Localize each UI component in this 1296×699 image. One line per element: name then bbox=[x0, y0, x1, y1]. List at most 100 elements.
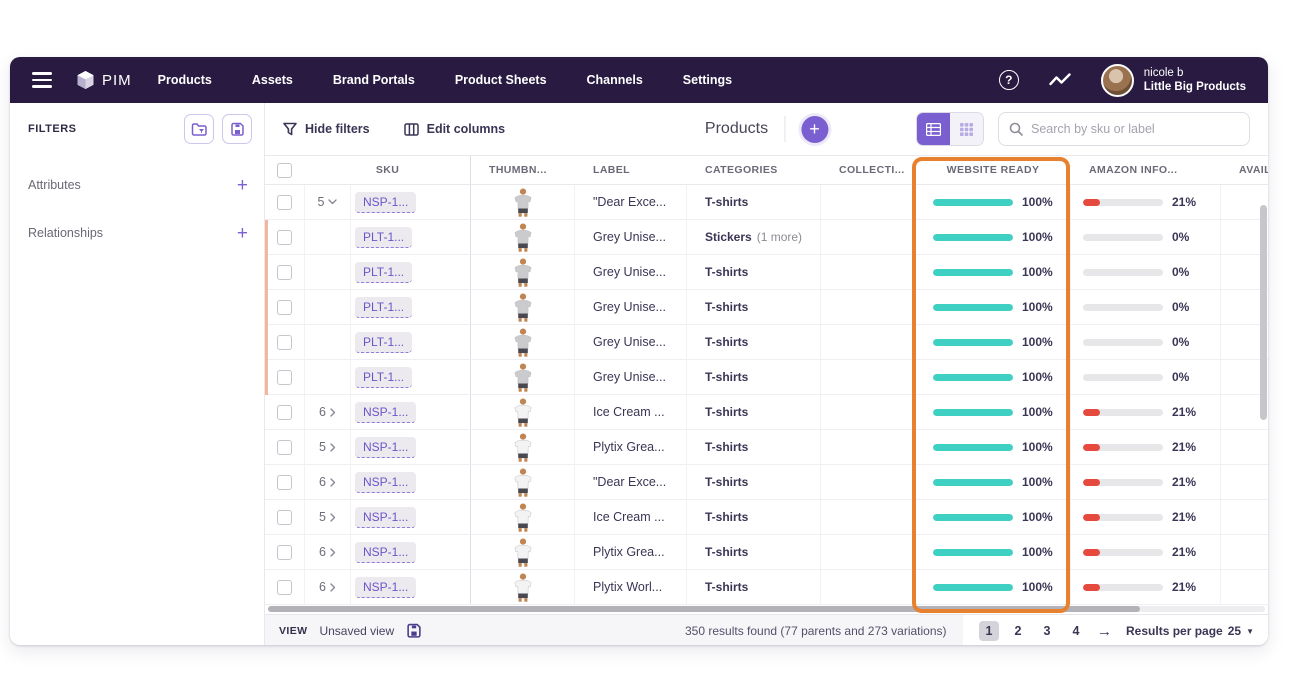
col-header-thumbnail[interactable]: THUMBN... bbox=[471, 164, 575, 176]
product-thumbnail[interactable] bbox=[513, 538, 533, 567]
list-view-button[interactable] bbox=[917, 113, 950, 145]
table-row[interactable]: 6 NSP-1... Ice Cream ... T-shirts bbox=[265, 395, 1268, 430]
row-checkbox[interactable] bbox=[277, 440, 292, 455]
saved-filters-button[interactable] bbox=[184, 114, 214, 144]
row-checkbox[interactable] bbox=[277, 265, 292, 280]
save-filter-button[interactable] bbox=[222, 114, 252, 144]
expand-toggle[interactable]: 5 bbox=[305, 500, 351, 534]
user-block[interactable]: nicole b Little Big Products bbox=[1144, 66, 1246, 95]
grid-view-button[interactable] bbox=[950, 113, 983, 145]
expand-toggle[interactable]: 5 bbox=[305, 185, 351, 219]
product-thumbnail[interactable] bbox=[513, 468, 533, 497]
page-button-1[interactable]: 1 bbox=[979, 621, 999, 641]
results-per-page-dropdown[interactable]: Results per page 25 ▼ bbox=[1126, 624, 1254, 638]
table-row[interactable]: 6 NSP-1... Plytix Worl... T-shirts bbox=[265, 570, 1268, 605]
sku-badge[interactable]: PLT-1... bbox=[355, 332, 412, 353]
row-checkbox[interactable] bbox=[277, 405, 292, 420]
row-checkbox[interactable] bbox=[277, 475, 292, 490]
col-header-website-ready[interactable]: WEBSITE READY bbox=[915, 164, 1071, 176]
product-thumbnail[interactable] bbox=[513, 328, 533, 357]
add-relationship-filter-button[interactable]: + bbox=[237, 224, 248, 243]
product-thumbnail[interactable] bbox=[513, 363, 533, 392]
sku-badge[interactable]: NSP-1... bbox=[355, 577, 416, 598]
nav-item-brand-portals[interactable]: Brand Portals bbox=[333, 73, 415, 87]
row-checkbox[interactable] bbox=[277, 545, 292, 560]
nav-item-settings[interactable]: Settings bbox=[683, 73, 732, 87]
edit-columns-button[interactable]: Edit columns bbox=[404, 122, 505, 136]
table-row[interactable]: PLT-1... Grey Unise... T-shirts 100% bbox=[265, 255, 1268, 290]
col-header-available[interactable]: AVAILABI bbox=[1221, 164, 1268, 176]
search-input[interactable] bbox=[1031, 122, 1239, 136]
table-row[interactable]: 5 NSP-1... Plytix Grea... T-shirts bbox=[265, 430, 1268, 465]
row-checkbox[interactable] bbox=[277, 300, 292, 315]
col-header-collections[interactable]: COLLECTI... bbox=[821, 164, 915, 176]
expand-toggle[interactable]: 6 bbox=[305, 535, 351, 569]
expand-toggle[interactable] bbox=[305, 255, 351, 289]
col-header-amazon-info[interactable]: AMAZON INFO... bbox=[1071, 164, 1221, 176]
avatar[interactable] bbox=[1101, 64, 1134, 97]
sku-badge[interactable]: PLT-1... bbox=[355, 367, 412, 388]
product-thumbnail[interactable] bbox=[513, 573, 533, 602]
activity-icon[interactable] bbox=[1049, 73, 1071, 87]
expand-toggle[interactable] bbox=[305, 360, 351, 394]
table-row[interactable]: 6 NSP-1... Plytix Grea... T-shirts bbox=[265, 535, 1268, 570]
sku-badge[interactable]: NSP-1... bbox=[355, 507, 416, 528]
expand-toggle[interactable]: 5 bbox=[305, 430, 351, 464]
nav-item-products[interactable]: Products bbox=[158, 73, 212, 87]
row-checkbox[interactable] bbox=[277, 335, 292, 350]
expand-toggle[interactable] bbox=[305, 220, 351, 254]
table-row[interactable]: 5 NSP-1... "Dear Exce... T-shirts bbox=[265, 185, 1268, 220]
add-attribute-filter-button[interactable]: + bbox=[237, 176, 248, 195]
sku-badge[interactable]: PLT-1... bbox=[355, 297, 412, 318]
col-header-categories[interactable]: CATEGORIES bbox=[687, 164, 821, 176]
sku-badge[interactable]: PLT-1... bbox=[355, 262, 412, 283]
nav-item-channels[interactable]: Channels bbox=[587, 73, 643, 87]
add-product-button[interactable]: + bbox=[801, 116, 828, 143]
row-checkbox[interactable] bbox=[277, 195, 292, 210]
save-view-button[interactable] bbox=[406, 623, 422, 639]
expand-toggle[interactable]: 6 bbox=[305, 570, 351, 604]
row-checkbox[interactable] bbox=[277, 580, 292, 595]
sku-badge[interactable]: NSP-1... bbox=[355, 542, 416, 563]
sidebar-section-relationships[interactable]: Relationships + bbox=[10, 215, 264, 251]
hide-filters-button[interactable]: Hide filters bbox=[283, 122, 370, 136]
expand-toggle[interactable] bbox=[305, 290, 351, 324]
col-header-label[interactable]: LABEL bbox=[575, 164, 687, 176]
row-checkbox[interactable] bbox=[277, 510, 292, 525]
sku-badge[interactable]: NSP-1... bbox=[355, 437, 416, 458]
product-thumbnail[interactable] bbox=[513, 293, 533, 322]
table-row[interactable]: 6 NSP-1... "Dear Exce... T-shirts bbox=[265, 465, 1268, 500]
table-row[interactable]: PLT-1... Grey Unise... T-shirts 100% bbox=[265, 360, 1268, 395]
table-row[interactable]: PLT-1... Grey Unise... T-shirts 100% bbox=[265, 325, 1268, 360]
sidebar-section-attributes[interactable]: Attributes + bbox=[10, 167, 264, 203]
product-thumbnail[interactable] bbox=[513, 223, 533, 252]
sku-badge[interactable]: NSP-1... bbox=[355, 192, 416, 213]
help-icon[interactable]: ? bbox=[999, 70, 1019, 90]
col-header-sku[interactable]: SKU bbox=[305, 155, 471, 185]
page-button-2[interactable]: 2 bbox=[1008, 621, 1028, 641]
expand-toggle[interactable]: 6 bbox=[305, 395, 351, 429]
expand-toggle[interactable] bbox=[305, 325, 351, 359]
sku-badge[interactable]: NSP-1... bbox=[355, 472, 416, 493]
row-checkbox[interactable] bbox=[277, 370, 292, 385]
product-thumbnail[interactable] bbox=[513, 258, 533, 287]
sku-badge[interactable]: NSP-1... bbox=[355, 402, 416, 423]
table-row[interactable]: 5 NSP-1... Ice Cream ... T-shirts bbox=[265, 500, 1268, 535]
vertical-scrollbar[interactable] bbox=[1260, 187, 1267, 615]
table-row[interactable]: PLT-1... Grey Unise... Stickers (1 more)… bbox=[265, 220, 1268, 255]
product-thumbnail[interactable] bbox=[513, 188, 533, 217]
next-page-button[interactable]: → bbox=[1097, 623, 1112, 640]
row-checkbox[interactable] bbox=[277, 230, 292, 245]
hamburger-menu-icon[interactable] bbox=[32, 72, 52, 88]
product-thumbnail[interactable] bbox=[513, 433, 533, 462]
page-button-4[interactable]: 4 bbox=[1066, 621, 1086, 641]
pim-logo[interactable]: PIM bbox=[76, 70, 132, 90]
nav-item-assets[interactable]: Assets bbox=[252, 73, 293, 87]
page-button-3[interactable]: 3 bbox=[1037, 621, 1057, 641]
table-row[interactable]: PLT-1... Grey Unise... T-shirts 100% bbox=[265, 290, 1268, 325]
nav-item-product-sheets[interactable]: Product Sheets bbox=[455, 73, 547, 87]
sku-badge[interactable]: PLT-1... bbox=[355, 227, 412, 248]
horizontal-scrollbar[interactable] bbox=[265, 605, 1268, 614]
product-thumbnail[interactable] bbox=[513, 398, 533, 427]
select-all-checkbox[interactable] bbox=[277, 163, 292, 178]
